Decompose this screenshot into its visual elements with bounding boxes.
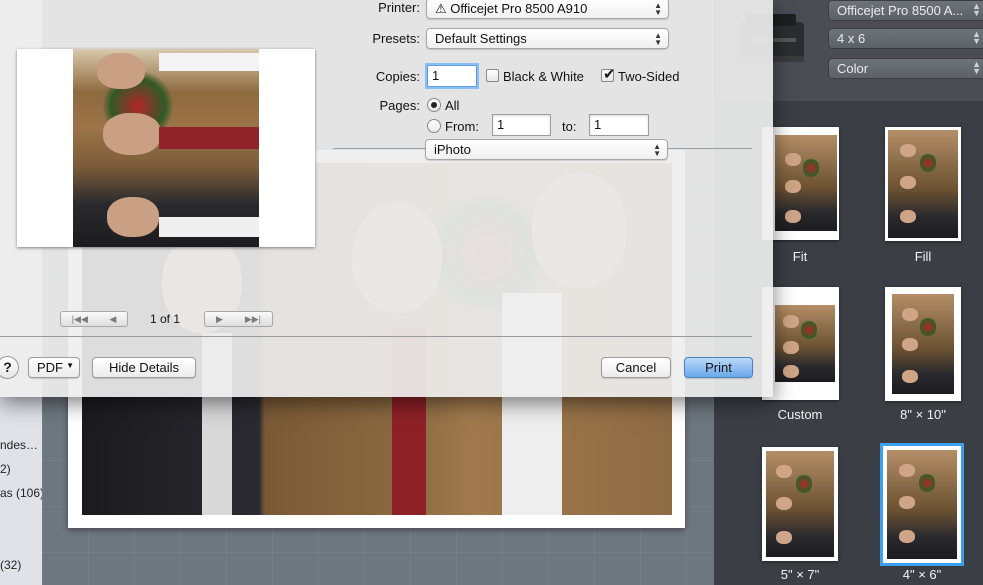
divider (0, 336, 752, 337)
paper-size-select[interactable]: 4 x 6 ▲ ▼ (828, 28, 983, 49)
presets-label: Presets: (372, 31, 420, 46)
first-page-icon[interactable]: |◀◀ (72, 314, 88, 325)
presets-popup[interactable]: Default Settings ▲ ▼ (426, 28, 669, 49)
source-list-item[interactable]: (32) (0, 558, 21, 572)
printer-select-value: Officejet Pro 8500 A... (837, 3, 964, 18)
page-back-buttons[interactable]: |◀◀ ◀ (60, 311, 128, 327)
updown-chevron-icon: ▲ ▼ (972, 59, 981, 76)
app-section-popup[interactable]: iPhoto ▲ ▼ (425, 139, 668, 160)
layout-label: 4" × 6" (902, 567, 942, 582)
layout-label: Custom (777, 407, 823, 422)
app-section-value: iPhoto (434, 142, 471, 157)
cancel-button[interactable]: Cancel (601, 357, 671, 378)
color-select-value: Color (837, 61, 869, 76)
source-list-item[interactable]: ndes… (0, 438, 38, 452)
pdf-label: PDF (37, 360, 63, 375)
page-indicator: 1 of 1 (150, 312, 181, 326)
pages-all-label: All (445, 98, 460, 113)
copies-field[interactable]: 1 (427, 65, 477, 87)
pages-label: Pages: (379, 98, 420, 113)
copies-label: Copies: (375, 69, 420, 84)
pages-from-radio[interactable] (427, 119, 441, 133)
divider (333, 148, 425, 149)
from-page-field[interactable]: 1 (492, 114, 551, 136)
two-sided-label: Two-Sided (618, 69, 680, 84)
updown-chevron-icon: ▲ ▼ (654, 1, 662, 17)
chevron-down-icon: ▼ (66, 361, 74, 370)
printer-value: Officejet Pro 8500 A910 (450, 1, 588, 16)
layout-thumb-5x7[interactable]: 5" × 7" (760, 445, 840, 585)
page-forward-buttons[interactable]: ▶ ▶▶| (204, 311, 273, 327)
presets-value: Default Settings (435, 31, 527, 46)
divider (668, 148, 752, 149)
layout-label: 8" × 10" (900, 407, 946, 422)
source-list-item[interactable]: 2) (0, 462, 11, 476)
print-button[interactable]: Print (684, 357, 753, 378)
source-list-item[interactable]: as (106) (0, 486, 44, 500)
black-white-checkbox[interactable] (486, 69, 499, 82)
updown-chevron-icon: ▲ ▼ (654, 31, 662, 47)
layout-label: Fill (914, 249, 932, 264)
warning-icon: ⚠ (435, 1, 451, 16)
printer-popup[interactable]: ⚠ Officejet Pro 8500 A910 ▲ ▼ (426, 0, 669, 19)
hide-details-button[interactable]: Hide Details (92, 357, 196, 378)
to-label: to: (562, 119, 577, 134)
layout-thumb-4x6[interactable]: 4" × 6" (880, 443, 964, 585)
two-sided-checkbox[interactable]: ✔ (601, 66, 616, 83)
pages-all-radio[interactable] (427, 98, 441, 112)
updown-chevron-icon: ▲ ▼ (653, 142, 661, 158)
pdf-button[interactable]: PDF ▼ (28, 357, 80, 378)
layout-thumb-fill[interactable]: Fill (883, 125, 963, 267)
updown-chevron-icon: ▲ ▼ (972, 29, 981, 46)
color-select[interactable]: Color ▲ ▼ (828, 58, 983, 79)
from-label: From: (445, 119, 479, 134)
layout-label: 5" × 7" (780, 567, 820, 582)
print-preview-photo (73, 49, 259, 247)
layout-thumb-8x10[interactable]: 8" × 10" (883, 285, 963, 427)
printer-select[interactable]: Officejet Pro 8500 A... ▲ ▼ (828, 0, 983, 21)
updown-chevron-icon: ▲ ▼ (972, 1, 981, 18)
to-page-field[interactable]: 1 (589, 114, 649, 136)
paper-size-value: 4 x 6 (837, 31, 866, 46)
prev-page-icon[interactable]: ◀ (109, 314, 116, 325)
printer-label: Printer: (378, 0, 420, 15)
black-white-label: Black & White (503, 69, 584, 84)
next-page-icon[interactable]: ▶ (216, 314, 223, 325)
checkmark-icon: ✔ (603, 66, 616, 83)
last-page-icon[interactable]: ▶▶| (245, 314, 261, 325)
